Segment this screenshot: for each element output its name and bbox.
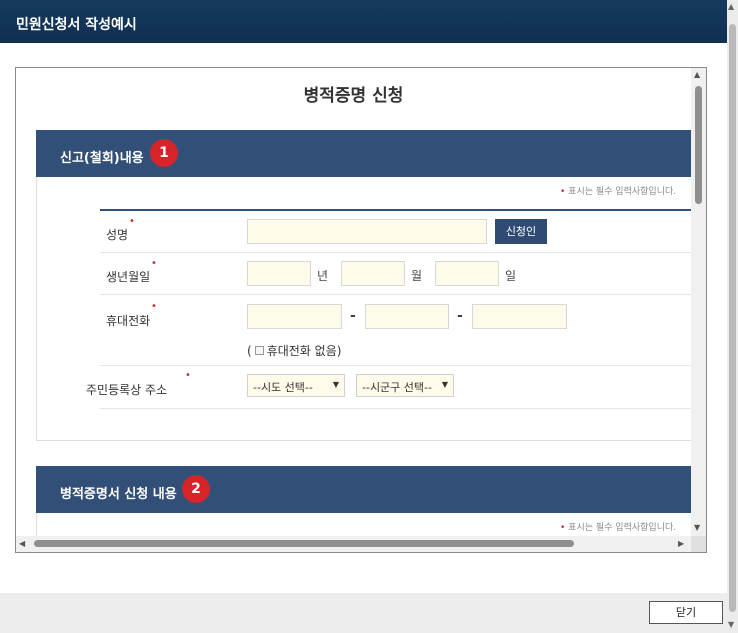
document-title: 병적증명 신청 (303, 86, 404, 106)
section2-header: 병적증명서 신청 내용 2 (36, 466, 691, 513)
required-note-text: 표시는 필수 입력사항입니다. (568, 523, 677, 533)
birth-label: 생년월일 (106, 270, 151, 284)
scroll-corner (691, 536, 706, 552)
section2-title: 병적증명서 신청 내용 (60, 487, 177, 502)
year-unit: 년 (317, 269, 329, 283)
form-content: 병적증명 신청 신고(철회)내용 1 • 표시는 필수 입력사항입니다. 성명 … (16, 68, 691, 536)
birth-month-input[interactable] (341, 261, 405, 286)
outer-scrollbar[interactable]: ▲ ▼ (727, 0, 738, 633)
footer-bar (0, 593, 727, 633)
required-dot-icon: • (185, 370, 191, 381)
outer-scroll-thumb[interactable] (729, 24, 736, 612)
section2-number-badge: 2 (182, 475, 210, 503)
row-divider (100, 294, 691, 295)
no-phone-label: 휴대전화 없음 (266, 344, 337, 358)
form-frame: 병적증명 신청 신고(철회)내용 1 • 표시는 필수 입력사항입니다. 성명 … (15, 67, 707, 553)
required-note-text: 표시는 필수 입력사항입니다. (568, 187, 677, 197)
phone-part1-input[interactable] (247, 304, 342, 329)
month-unit: 월 (411, 269, 423, 283)
paren-close: ) (336, 344, 342, 358)
required-note: • 표시는 필수 입력사항입니다. (560, 520, 676, 533)
scroll-right-icon[interactable]: ▶ (678, 539, 684, 548)
no-phone-checkbox[interactable] (254, 346, 264, 355)
chevron-down-icon: ▼ (441, 380, 448, 389)
form-top-line (100, 209, 691, 211)
birth-year-input[interactable] (247, 261, 311, 286)
required-dot-icon: • (560, 187, 566, 197)
paren-open: ( (247, 344, 252, 358)
section1-number-badge: 1 (150, 139, 178, 167)
scroll-up-icon[interactable]: ▲ (728, 2, 734, 11)
no-phone-option[interactable]: ( 휴대전화 없음) (247, 342, 341, 359)
required-dot-icon: • (560, 523, 566, 533)
row-divider (100, 252, 691, 253)
name-label: 성명 (106, 228, 129, 242)
required-dot-icon: • (151, 258, 157, 269)
phone-dash: - (350, 308, 356, 324)
inner-horizontal-scrollbar[interactable]: ◀ ▶ (16, 536, 691, 552)
phone-dash: - (457, 308, 463, 324)
row-divider (100, 408, 691, 409)
required-dot-icon: • (151, 301, 157, 312)
chevron-down-icon: ▼ (332, 380, 339, 389)
scroll-down-icon[interactable]: ▼ (694, 523, 700, 532)
birth-day-input[interactable] (435, 261, 499, 286)
name-input[interactable] (247, 219, 487, 244)
close-button[interactable]: 닫기 (649, 601, 723, 624)
sido-select[interactable]: --시도 선택-- ▼ (247, 374, 345, 397)
section1-title: 신고(철회)내용 (60, 151, 144, 166)
phone-label: 휴대전화 (106, 314, 151, 328)
window-title: 민원신청서 작성예시 (0, 0, 727, 43)
phone-part2-input[interactable] (365, 304, 449, 329)
required-note: • 표시는 필수 입력사항입니다. (560, 184, 676, 197)
scroll-up-icon[interactable]: ▲ (694, 70, 700, 79)
sigungu-select-value: --시군구 선택-- (362, 381, 432, 394)
inner-hscroll-thumb[interactable] (34, 540, 574, 547)
section1-header: 신고(철회)내용 1 (36, 130, 691, 177)
row-divider (100, 365, 691, 366)
scroll-left-icon[interactable]: ◀ (19, 539, 25, 548)
day-unit: 일 (505, 269, 517, 283)
sigungu-select[interactable]: --시군구 선택-- ▼ (356, 374, 454, 397)
inner-vertical-scrollbar[interactable]: ▲ ▼ (691, 68, 706, 536)
required-dot-icon: • (129, 216, 135, 227)
address-label: 주민등록상 주소 (86, 383, 168, 397)
applicant-button[interactable]: 신청인 (495, 219, 547, 244)
inner-vscroll-thumb[interactable] (695, 86, 702, 204)
scroll-down-icon[interactable]: ▼ (728, 620, 734, 629)
sido-select-value: --시도 선택-- (253, 381, 313, 394)
phone-part3-input[interactable] (472, 304, 567, 329)
